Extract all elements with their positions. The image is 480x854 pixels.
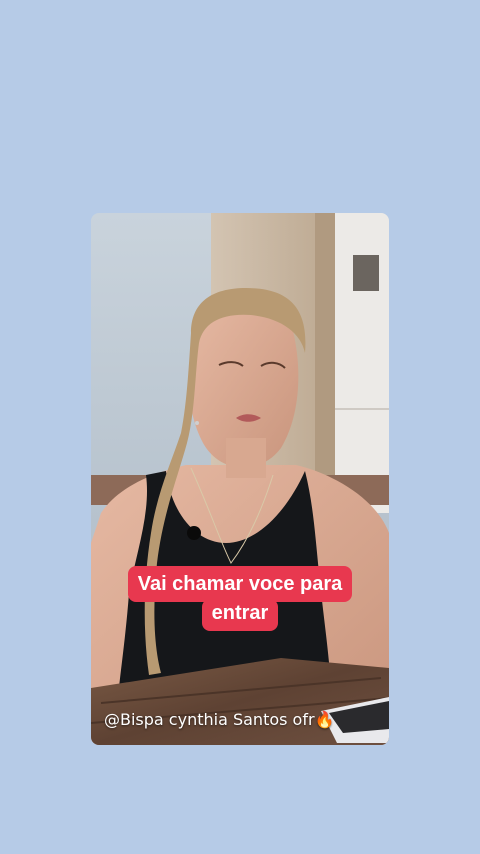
story-caption: Vai chamar voce para entrar [0,566,480,631]
caption-line-1: Vai chamar voce para [127,566,353,602]
user-mention-text[interactable]: @Bispa cynthia Santos ofr🔥 [104,709,334,731]
story-video[interactable] [91,213,389,745]
caption-line-2: entrar [201,599,279,631]
video-frame-image [91,213,389,745]
